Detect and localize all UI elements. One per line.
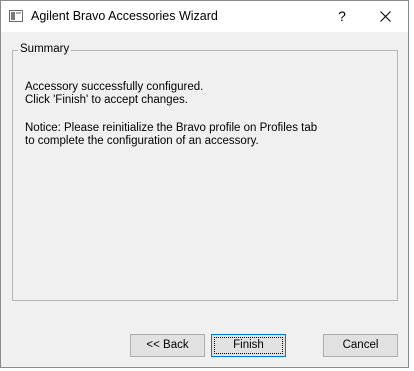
notice-line-2: to complete the configuration of an acce…: [25, 135, 259, 147]
success-message: Accessory successfully configured.: [25, 81, 204, 93]
back-button[interactable]: << Back: [130, 334, 205, 357]
finish-button-label: Finish: [214, 337, 283, 354]
help-button[interactable]: ?: [327, 1, 357, 32]
summary-legend: Summary: [18, 43, 72, 55]
app-window-icon: [9, 10, 23, 22]
wizard-dialog: Agilent Bravo Accessories Wizard ? Summa…: [0, 0, 409, 368]
cancel-button[interactable]: Cancel: [323, 334, 398, 357]
close-icon: [380, 11, 391, 22]
finish-button[interactable]: Finish: [211, 334, 286, 357]
finish-instruction: Click 'Finish' to accept changes.: [25, 94, 188, 106]
title-bar[interactable]: Agilent Bravo Accessories Wizard ?: [1, 1, 408, 32]
window-title: Agilent Bravo Accessories Wizard: [31, 9, 218, 23]
close-button[interactable]: [363, 1, 408, 32]
notice-line-1: Notice: Please reinitialize the Bravo pr…: [25, 122, 318, 134]
